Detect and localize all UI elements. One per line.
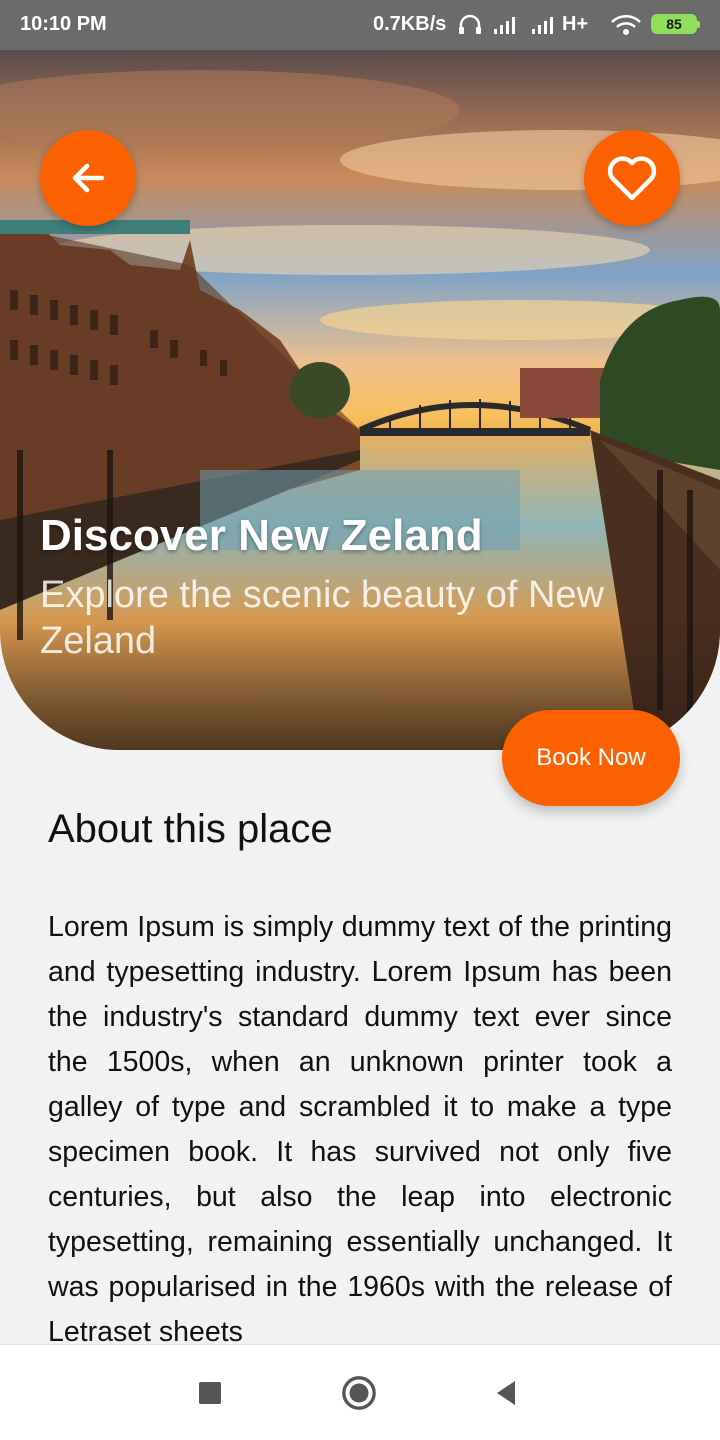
status-time: 10:10 PM (20, 13, 107, 35)
about-heading: About this place (48, 807, 333, 851)
signal-icon (530, 14, 558, 42)
recent-apps-icon (199, 1382, 221, 1404)
navigation-bar (0, 1344, 720, 1440)
back-icon (497, 1381, 515, 1405)
signal-icon (492, 14, 520, 42)
arrow-left-icon (72, 163, 105, 193)
network-type: H+ (562, 13, 589, 35)
network-speed: 0.7KB/s (373, 13, 447, 35)
favorite-button[interactable] (584, 130, 680, 226)
hero-title: Discover New Zeland (40, 511, 483, 560)
battery-icon: 85 (651, 14, 700, 34)
back-button[interactable] (40, 130, 136, 226)
book-now-label: Book Now (536, 744, 646, 771)
heart-outline-icon (607, 156, 657, 201)
battery-level: 85 (666, 16, 682, 32)
hero-subtitle: Explore the scenic beauty of New Zeland (40, 574, 604, 662)
status-bar: 10:10 PM 0.7KB/s H+ 85 (0, 0, 720, 50)
wifi-icon (610, 14, 642, 42)
book-now-button[interactable]: Book Now (502, 710, 680, 806)
home-button[interactable] (341, 1375, 377, 1411)
headphones-icon (458, 14, 482, 42)
system-back-button[interactable] (488, 1375, 524, 1411)
recent-apps-button[interactable] (192, 1375, 228, 1411)
about-body-text: Lorem Ipsum is simply dummy text of the … (48, 911, 672, 1343)
home-icon (342, 1376, 376, 1410)
